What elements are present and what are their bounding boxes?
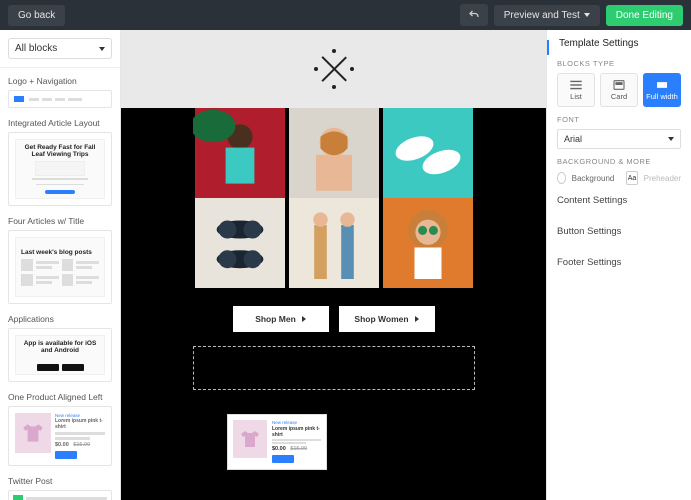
background-label: Background <box>572 174 615 183</box>
preview-test-label: Preview and Test <box>504 10 580 21</box>
grid-tile <box>287 198 381 288</box>
chevron-right-icon <box>302 316 306 322</box>
card-icon <box>613 80 625 90</box>
chevron-right-icon <box>415 316 419 322</box>
drag-price: $0.00 <box>272 446 286 452</box>
blocks-sidebar: All blocks Logo + Navigation Integrated … <box>0 30 121 500</box>
done-editing-button[interactable]: Done Editing <box>606 5 683 26</box>
blocks-filter-value: All blocks <box>15 43 57 54</box>
mini-card-title: Last week's blog posts <box>21 249 92 256</box>
grid-tile <box>381 198 475 288</box>
block-category-one-product: One Product Aligned Left <box>8 392 112 402</box>
go-back-button[interactable]: Go back <box>8 5 65 26</box>
bicycle-image-placeholder <box>35 161 85 176</box>
chevron-down-icon <box>99 47 105 51</box>
drag-small-label: New release <box>272 420 321 425</box>
mini-card-title: App is available for iOS and Android <box>20 340 100 354</box>
block-card-applications[interactable]: App is available for iOS and Android <box>8 328 112 382</box>
undo-icon <box>468 9 480 21</box>
block-category-logo-nav: Logo + Navigation <box>8 76 112 86</box>
drag-product-title: Lorem ipsum pink t-shirt <box>272 426 321 438</box>
grid-tile <box>381 108 475 198</box>
shop-men-button[interactable]: Shop Men <box>233 306 329 332</box>
footer-settings-link[interactable]: Footer Settings <box>557 247 681 278</box>
shop-women-button[interactable]: Shop Women <box>339 306 435 332</box>
tshirt-image-placeholder <box>233 420 267 458</box>
block-category-applications: Applications <box>8 314 112 324</box>
mini-cta-button <box>55 451 77 459</box>
grid-tile <box>287 108 381 198</box>
block-card-integrated[interactable]: Get Ready Fast for Fall Leaf Viewing Tri… <box>8 132 112 206</box>
preheader-label: Preheader <box>644 174 681 183</box>
mini-cta-button <box>45 190 75 194</box>
blocks-type-label: BLOCKS TYPE <box>557 59 681 68</box>
editor-canvas[interactable]: Shop Men Shop Women New release Lorem ip… <box>121 30 546 500</box>
drag-cta-button <box>272 455 294 463</box>
tshirt-image-placeholder <box>15 413 51 453</box>
font-value: Arial <box>564 134 582 144</box>
drop-zone[interactable] <box>193 346 475 390</box>
top-toolbar: Go back Preview and Test Done Editing <box>0 0 691 30</box>
fullwidth-icon <box>656 80 668 90</box>
font-select[interactable]: Arial <box>557 129 681 149</box>
brand-logo-icon <box>317 52 351 86</box>
preheader-toggle[interactable]: Aa <box>626 171 637 185</box>
background-color-swatch[interactable] <box>557 172 566 184</box>
block-card-one-product[interactable]: New release Lorem ipsum pink t-shirt $0.… <box>8 406 112 466</box>
block-card-logo-nav[interactable] <box>8 90 112 108</box>
undo-button[interactable] <box>460 4 488 26</box>
canvas-logo-area <box>121 30 546 108</box>
blocks-type-list[interactable]: List <box>557 73 595 107</box>
blocks-type-card[interactable]: Card <box>600 73 638 107</box>
bg-more-label: BACKGROUND & MORE <box>557 157 681 166</box>
app-store-badges <box>37 364 84 371</box>
panel-title: Template Settings <box>557 38 681 49</box>
font-label: FONT <box>557 115 681 124</box>
content-settings-link[interactable]: Content Settings <box>557 185 681 216</box>
block-category-twitter: Twitter Post <box>8 476 112 486</box>
blocks-type-fullwidth[interactable]: Full width <box>643 73 681 107</box>
blocks-filter-select[interactable]: All blocks <box>8 38 112 59</box>
product-image-grid <box>193 108 475 288</box>
grid-tile <box>193 108 287 198</box>
dragging-block-preview[interactable]: New release Lorem ipsum pink t-shirt $0.… <box>227 414 327 470</box>
list-icon <box>570 80 582 90</box>
grid-tile <box>193 198 287 288</box>
block-card-four-articles[interactable]: Last week's blog posts <box>8 230 112 304</box>
mini-card-title: Get Ready Fast for Fall Leaf Viewing Tri… <box>20 144 100 158</box>
settings-panel: Template Settings BLOCKS TYPE List Card … <box>546 30 691 500</box>
button-settings-link[interactable]: Button Settings <box>557 216 681 247</box>
chevron-down-icon <box>668 137 674 141</box>
drag-old-price: $15.00 <box>290 446 307 452</box>
block-category-integrated: Integrated Article Layout <box>8 118 112 128</box>
preview-test-button[interactable]: Preview and Test <box>494 5 600 26</box>
chevron-down-icon <box>584 13 590 17</box>
block-category-four-articles: Four Articles w/ Title <box>8 216 112 226</box>
blocks-list[interactable]: Logo + Navigation Integrated Article Lay… <box>0 68 120 500</box>
block-card-twitter[interactable] <box>8 490 112 500</box>
